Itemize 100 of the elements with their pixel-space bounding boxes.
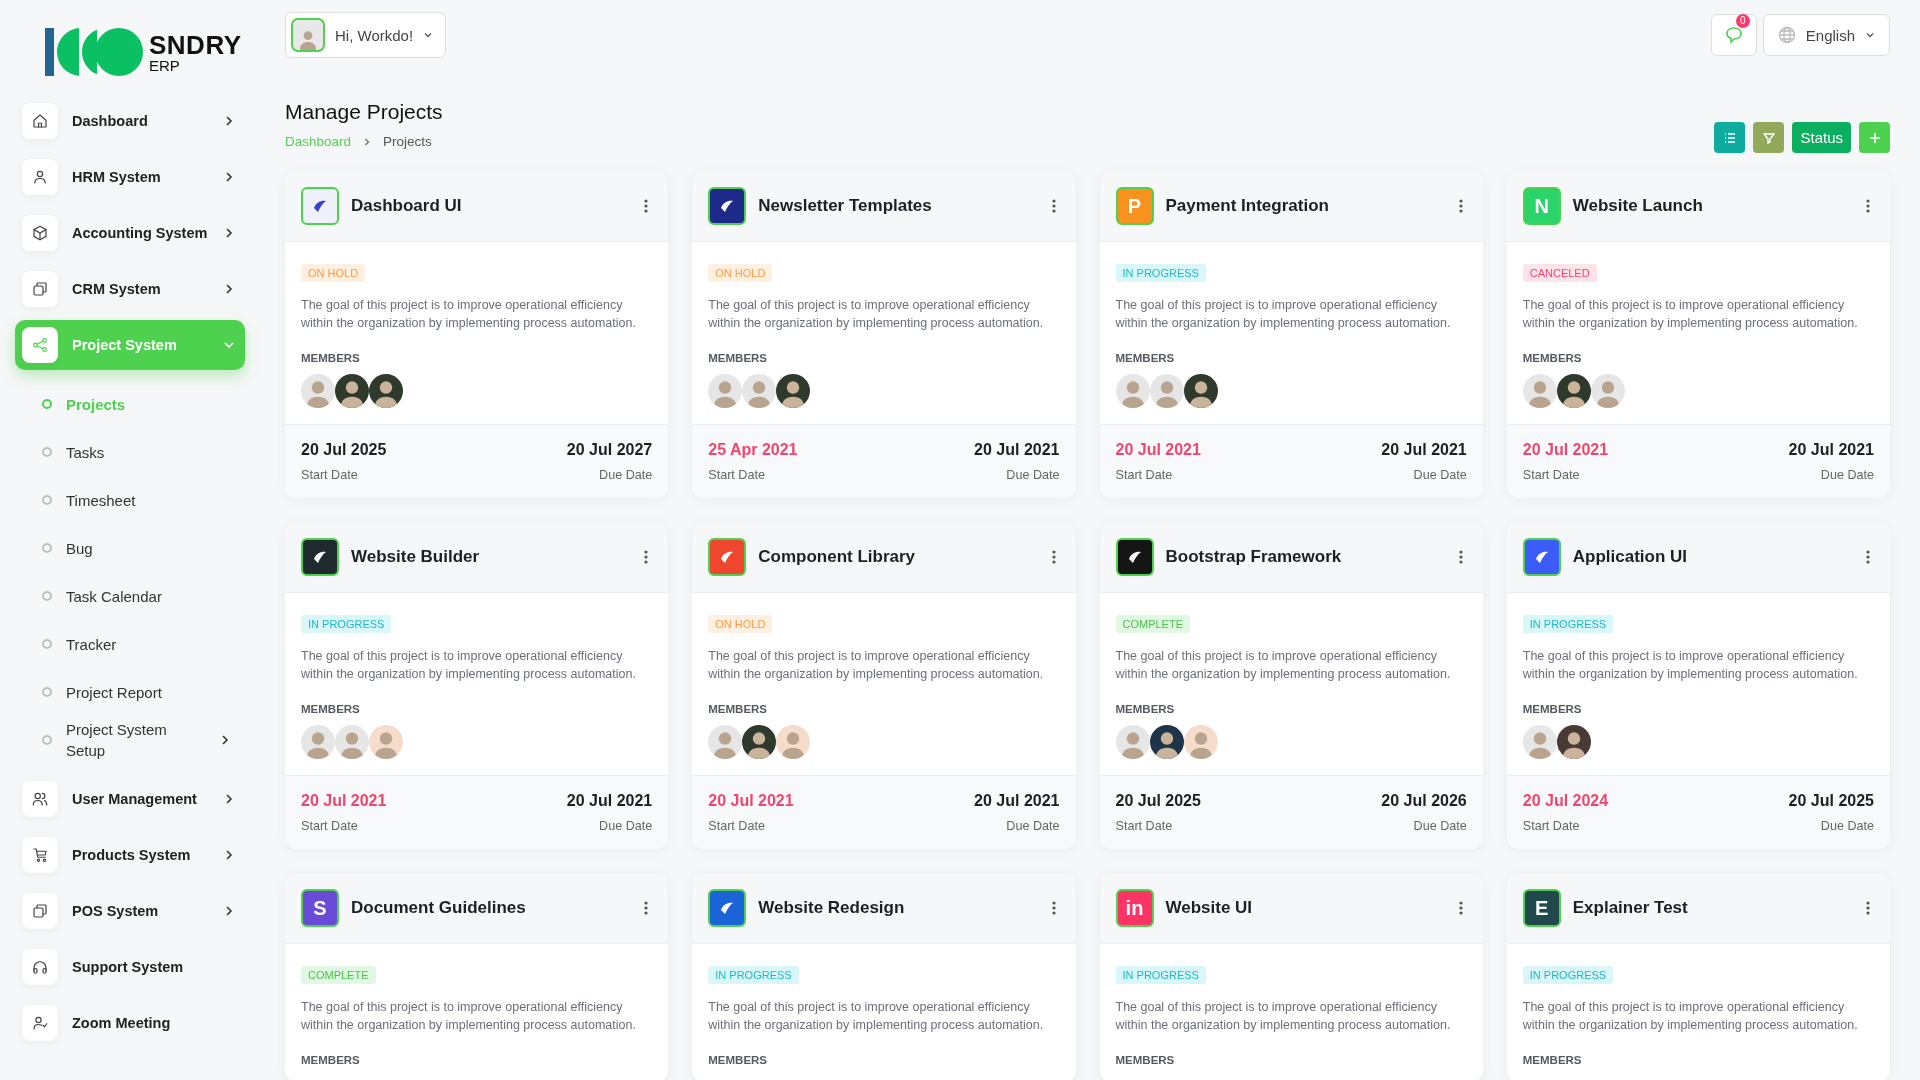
chevron-right-icon (223, 905, 235, 917)
start-date-label: Start Date (708, 819, 766, 833)
due-date-label: Due Date (599, 468, 653, 482)
bullet-icon (42, 639, 52, 649)
list-view-button[interactable] (1714, 122, 1746, 153)
user-check-icon (31, 1014, 49, 1032)
language-selector[interactable]: English (1762, 14, 1890, 56)
members-label: MEMBERS (708, 352, 768, 364)
start-date-label: Start Date (1522, 819, 1581, 833)
home-icon (31, 112, 49, 130)
due-date: 20 Jul 2021 (974, 441, 1060, 459)
members-label: MEMBERS (1115, 703, 1175, 715)
status-badge: IN PROGRESS (301, 615, 392, 633)
status-badge: ON HOLD (708, 615, 773, 633)
status-badge: COMPLETE (301, 966, 376, 984)
start-date: 25 Apr 2021 (708, 441, 798, 459)
sidebar-item[interactable]: Dashboard (15, 96, 245, 146)
submenu-item[interactable]: Tracker (15, 620, 245, 668)
more-vertical-icon (1866, 901, 1870, 915)
sidebar-item[interactable]: Products System (15, 830, 245, 880)
breadcrumb-current: Projects (383, 134, 432, 149)
chat-icon (1723, 25, 1744, 45)
sidebar-label: Project System (72, 337, 178, 353)
start-date: 20 Jul 2021 (708, 792, 794, 810)
bullet-icon (42, 399, 52, 409)
list-icon (1723, 131, 1736, 144)
due-date: 20 Jul 2021 (1788, 441, 1874, 459)
sidebar-label: Dashboard (72, 113, 149, 129)
submenu-item[interactable]: Tasks (15, 428, 245, 476)
project-description: The goal of this project is to improve operational efficiency within the organization by implementing process automation. (1115, 648, 1452, 683)
submenu-item[interactable]: Bug (15, 524, 245, 572)
project-description: The goal of this project is to improve operational efficiency within the organization by implementing process automation. (1522, 648, 1859, 683)
status-badge: IN PROGRESS (1115, 264, 1206, 282)
submenu-item[interactable]: Project System Setup (15, 716, 245, 764)
project-description: The goal of this project is to improve operational efficiency within the organization by implementing process automation. (708, 297, 1045, 332)
sidebar-label: Support System (72, 959, 185, 975)
sidebar-item[interactable]: Accounting System (15, 208, 245, 258)
sidebar-label: HRM System (72, 169, 162, 185)
submenu-item[interactable]: Task Calendar (15, 572, 245, 620)
project-logo: S (301, 889, 339, 927)
project-title: Application UI (1572, 547, 1689, 567)
project-description: The goal of this project is to improve operational efficiency within the organization by implementing process automation. (1115, 297, 1452, 332)
project-title: Website Redesign (758, 898, 906, 918)
more-vertical-icon (1458, 550, 1463, 564)
sidebar-item[interactable]: Zoom Meeting (15, 998, 245, 1048)
members-label: MEMBERS (708, 1054, 768, 1066)
members-label: MEMBERS (1522, 352, 1582, 364)
due-date: 20 Jul 2021 (1381, 441, 1467, 459)
start-date-label: Start Date (301, 468, 359, 482)
members-label: MEMBERS (1522, 1054, 1582, 1066)
submenu-item[interactable]: Project Report (15, 668, 245, 716)
squares-icon (31, 280, 49, 298)
user-menu-button[interactable]: Hi, Workdo! (285, 12, 447, 58)
user-icon (31, 168, 49, 186)
project-title: Document Guidelines (351, 898, 527, 918)
project-title: Newsletter Templates (758, 196, 933, 216)
more-vertical-icon (1866, 199, 1870, 213)
start-date: 20 Jul 2021 (1522, 441, 1609, 459)
chevron-down-icon (423, 30, 434, 40)
sidebar-item[interactable]: Support System (15, 942, 245, 992)
chevron-right-icon (223, 171, 235, 183)
project-logo: P (1115, 187, 1154, 225)
bullet-icon (42, 735, 52, 745)
sidebar-item[interactable]: User Management (15, 774, 245, 824)
more-vertical-icon (1051, 199, 1056, 213)
chevron-right-icon (223, 115, 235, 127)
status-badge: CANCELED (1522, 264, 1597, 282)
sidebar-label: User Management (72, 791, 198, 807)
more-vertical-icon (1051, 550, 1056, 564)
status-badge: IN PROGRESS (1115, 966, 1206, 984)
project-description: The goal of this project is to improve operational efficiency within the organization by implementing process automation. (1522, 999, 1859, 1034)
due-date: 20 Jul 2021 (974, 792, 1060, 810)
start-date-label: Start Date (708, 468, 766, 482)
start-date-label: Start Date (301, 819, 359, 833)
bullet-icon (42, 591, 52, 601)
submenu-item[interactable]: Timesheet (15, 476, 245, 524)
breadcrumb-separator-icon (363, 137, 372, 146)
globe-icon (1777, 26, 1796, 44)
project-description: The goal of this project is to improve operational efficiency within the organization by implementing process automation. (1115, 999, 1452, 1034)
status-badge: IN PROGRESS (1522, 966, 1614, 984)
sidebar-item[interactable]: HRM System (15, 152, 245, 202)
project-title: Website Launch (1572, 196, 1704, 216)
start-date: 20 Jul 2024 (1522, 792, 1609, 810)
sidebar-item[interactable]: POS System (15, 886, 245, 936)
bullet-icon (42, 687, 52, 697)
logo-mark-icon (45, 28, 145, 76)
notification-count: 0 (1735, 14, 1750, 28)
status-badge: ON HOLD (301, 264, 366, 282)
project-title: Bootstrap Framework (1165, 547, 1343, 567)
headphones-icon (31, 958, 49, 976)
project-description: The goal of this project is to improve operational efficiency within the organization by implementing process automation. (301, 297, 637, 332)
chevron-right-icon (223, 849, 235, 861)
share-icon (31, 336, 49, 354)
cube-icon (31, 224, 49, 242)
filter-icon (1762, 131, 1775, 144)
sidebar-item[interactable]: CRM System (15, 264, 245, 314)
bullet-icon (42, 495, 52, 505)
members-label: MEMBERS (301, 1054, 360, 1066)
project-title: Component Library (758, 547, 917, 567)
sidebar-label: Zoom Meeting (72, 1015, 172, 1031)
